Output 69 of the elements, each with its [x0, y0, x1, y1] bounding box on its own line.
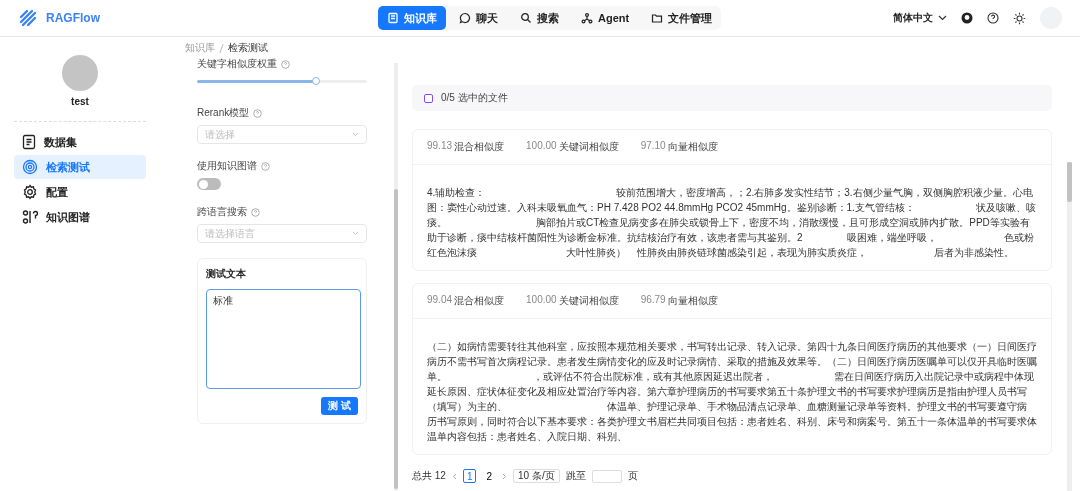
slider[interactable]: [197, 80, 367, 83]
sidebar-item[interactable]: 配置: [14, 180, 146, 204]
chevron-down-icon: [938, 15, 947, 21]
score-label: 关键词相似度: [558, 294, 619, 308]
search-icon: [520, 12, 532, 24]
score-label: 向量相似度: [667, 294, 718, 308]
chevron-right-icon[interactable]: [502, 472, 508, 480]
field-label: 使用知识图谱: [197, 159, 257, 173]
text-area[interactable]: 标准: [206, 289, 361, 389]
scrollbar[interactable]: [1067, 162, 1072, 202]
help-icon: [261, 161, 270, 171]
chunk-text: 4.辅助检查： 较前范围增大，密度增高，；2.右肺多发实性结节；3.右侧少量气胸，双侧胸腔积液少量。心电图：窦性心动过速。入科未吸氧血气：PH 7.428 PO2 44.8mmHg PCO2 45mmHg。鉴别诊断：1.支气管结核： 状及咳嗽、咳痰。 胸部拍片或CT检查见病变多在肺尖或锁骨上下，密度不均，消散缓慢，且可形成空洞或肺内扩散。PPD等实验有助于诊断，痰中结核杆菌阳性为诊断金标准。抗结核治疗有效，该患者需与其鉴别。2 吸困难，端坐呼吸， 色或粉红色泡沫痰 大叶性肺炎） 性肺炎由肺炎链球菌感染引起，表现为肺实质炎症， 后者为非感染性。: [426, 186, 1037, 260]
field-label: 跨语言搜索: [197, 205, 247, 219]
sun-icon[interactable]: [1013, 11, 1026, 25]
page-button[interactable]: 1: [462, 469, 477, 483]
nav-tab[interactable]: Agent: [572, 6, 639, 30]
score-label: 混合相似度: [454, 294, 505, 308]
help-icon[interactable]: [987, 12, 999, 24]
sidebar-item[interactable]: 知识图谱: [14, 205, 146, 229]
help-icon: [253, 108, 263, 118]
book-icon: [387, 12, 399, 24]
settings-icon: [22, 184, 38, 200]
nodes-icon: [581, 12, 593, 24]
toggle-switch[interactable]: [197, 178, 221, 190]
scrollbar[interactable]: [394, 189, 398, 489]
page-input[interactable]: [591, 469, 622, 483]
nav-tab[interactable]: 知识库: [378, 6, 446, 30]
chevron-left-icon[interactable]: [451, 472, 457, 480]
score-value: 99.04: [427, 294, 453, 307]
help-icon: [281, 59, 290, 69]
checkbox[interactable]: [424, 93, 433, 103]
field-label: 关键字相似度权重: [197, 57, 277, 71]
chunk-text: （二）如病情需要转往其他科室，应按照本规范相关要求，书写转出记录、转入记录。第四十九条日间医疗病历的其他要求（一）日间医疗病历不需书写首次病程记录。患者发生病情变化的应及时记录病情、采取的措施及效果等。（二）日间医疗病历医嘱单可以仅开具临时医嘱单。 ，或评估不符合出院标准，或有其他原因延迟出院者， 需在日间医疗病历入出院记录中或病程中体现延长原因、症状体征变化及相应处置治疗等内容。第六章护理病历的书写要求第五十条护理文书的书写要求护理病历是指由护理人员书写（填写）为主的、 体温单、护理记录单、手术物品清点记录单、血糖测量记录单等资料。护理文书的书写要遵守病历书写原则，同时符合以下基本要求：各类护理文书眉栏共同项目包括：患者姓名、科别、床号和病案号。第五十一条体温单的书写要求体温单内容包括：患者姓名、入院日期、科别、: [426, 340, 1038, 444]
score-value: 99.13: [427, 140, 453, 153]
score-value: 96.79: [640, 294, 666, 307]
folder-icon: [651, 12, 664, 24]
user-name: test: [71, 96, 89, 107]
page-size-select[interactable]: 10 条/页: [513, 469, 560, 483]
score-value: 100.00: [526, 294, 557, 307]
breadcrumb-item: 检索测试: [228, 41, 268, 55]
score-label: 关键词相似度: [558, 140, 619, 154]
test-button[interactable]: 测 试: [321, 397, 358, 415]
total-count: 总共 12: [412, 469, 446, 483]
page-unit: 页: [627, 469, 638, 483]
score-value: 100.00: [526, 140, 557, 153]
page-button[interactable]: 2: [482, 469, 497, 483]
document-icon: [22, 134, 36, 150]
field-label: Rerank模型: [197, 106, 250, 120]
score-label: 混合相似度: [454, 140, 505, 154]
language-select[interactable]: 简体中文: [893, 11, 947, 25]
nav-tab[interactable]: 聊天: [450, 6, 507, 30]
nav-tab[interactable]: 搜索: [511, 6, 568, 30]
jump-label: 跳至: [565, 469, 586, 483]
graph-icon: [22, 209, 38, 225]
score-label: 向量相似度: [667, 140, 718, 154]
chevron-down-icon: [352, 132, 359, 137]
sidebar-item[interactable]: 数据集: [14, 130, 146, 154]
app-name: RAGFlow: [46, 11, 100, 25]
score-value: 97.10: [640, 140, 666, 153]
card-title: 测试文本: [206, 267, 247, 281]
chat-icon: [459, 12, 471, 24]
selection-count: 0/5 选中的文件: [441, 91, 508, 105]
avatar: [62, 55, 98, 91]
help-icon: [251, 207, 260, 217]
sidebar-item[interactable]: 检索测试: [14, 155, 146, 179]
logo-icon: [18, 8, 38, 28]
target-icon: [22, 159, 38, 175]
nav-tab[interactable]: 文件管理: [642, 6, 722, 30]
chevron-down-icon: [352, 231, 359, 236]
